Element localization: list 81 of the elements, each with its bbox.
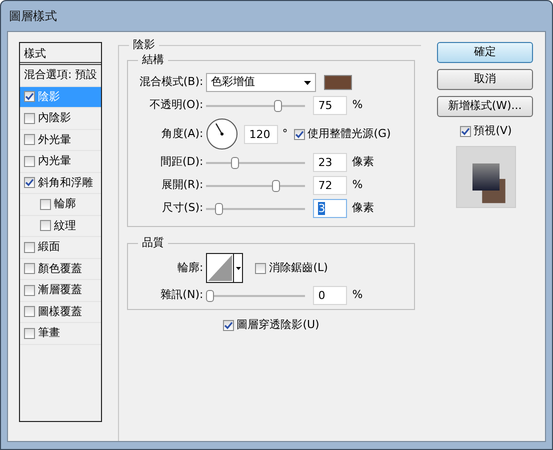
contour-picker[interactable] — [206, 253, 244, 283]
style-item[interactable]: 內陰影 — [20, 108, 102, 130]
item-label: 外光暈 — [38, 132, 71, 148]
field-label: 輪廓: — [176, 260, 204, 276]
contour-curve-icon — [207, 254, 234, 282]
checkbox[interactable] — [24, 177, 35, 188]
item-label: 斜角和浮雕 — [38, 174, 93, 190]
item-label: 陰影 — [38, 88, 60, 104]
checkbox[interactable] — [40, 220, 51, 232]
value-field[interactable]: 3 — [313, 199, 348, 218]
unit-label: 像素 — [352, 200, 374, 216]
caret-icon — [236, 266, 241, 270]
checkbox[interactable] — [24, 306, 35, 318]
value-field[interactable]: 75 — [313, 96, 348, 115]
value-field[interactable]: 23 — [313, 153, 348, 172]
slider-thumb[interactable] — [272, 180, 280, 192]
checkbox[interactable] — [24, 242, 35, 253]
field-label: 展開(R): — [160, 177, 204, 194]
style-item[interactable]: 顏色覆蓋 — [20, 258, 102, 280]
style-item[interactable]: 緞面 — [20, 237, 102, 258]
angle-dial[interactable] — [206, 118, 238, 150]
value-field[interactable]: 0 — [313, 286, 348, 305]
field-label: 尺寸(S): — [160, 200, 204, 216]
blend-mode-dropdown[interactable]: 色彩增值 — [206, 73, 316, 92]
slider-thumb[interactable] — [215, 202, 224, 214]
unit-label: ° — [282, 126, 288, 142]
checkbox[interactable] — [294, 128, 305, 140]
color-swatch[interactable] — [324, 75, 352, 90]
checkbox[interactable] — [24, 284, 35, 296]
item-label: 筆畫 — [38, 325, 60, 341]
dialog-button[interactable]: 確定 — [436, 42, 533, 63]
field-label: 角度(A): — [160, 126, 204, 142]
option-label: 圖層穿透陰影(U) — [236, 317, 320, 334]
dialog-button[interactable]: 新增樣式(W)... — [436, 96, 533, 117]
option-label: 使用整體光源(G) — [308, 126, 391, 142]
list-header: 樣式 — [20, 43, 102, 65]
checkbox[interactable] — [40, 198, 51, 210]
checkbox[interactable] — [24, 156, 35, 167]
dialog-button[interactable]: 取消 — [436, 69, 533, 90]
checkbox[interactable] — [460, 126, 471, 137]
unit-label: % — [352, 177, 363, 194]
caret-icon — [304, 80, 312, 84]
style-item[interactable]: 圖樣覆蓋 — [20, 302, 102, 323]
style-item[interactable]: 外光暈 — [20, 130, 102, 151]
style-item[interactable]: 斜角和浮雕 — [20, 172, 102, 194]
window-title: 圖層樣式 — [8, 8, 58, 25]
checkbox[interactable] — [255, 262, 266, 274]
value-field[interactable]: 120 — [244, 124, 278, 144]
item-label: 紋理 — [54, 218, 76, 234]
checkbox[interactable] — [24, 112, 35, 124]
style-item[interactable]: 漸層覆蓋 — [20, 280, 102, 302]
field-label: 不透明(O): — [148, 97, 204, 114]
style-item[interactable]: 輪廓 — [20, 194, 102, 216]
checkbox[interactable] — [222, 320, 234, 331]
field-label: 雜訊(N): — [160, 287, 204, 304]
field-label: 混合模式(B): — [138, 74, 204, 90]
style-item[interactable]: 筆畫 — [20, 323, 102, 344]
item-label: 內光暈 — [38, 153, 71, 169]
option-label: 預視(V) — [474, 123, 512, 139]
item-label: 內陰影 — [38, 110, 71, 126]
item-label: 漸層覆蓋 — [38, 282, 82, 298]
checkbox[interactable] — [24, 91, 35, 102]
checkbox[interactable] — [24, 263, 35, 274]
checkbox[interactable] — [24, 134, 35, 146]
style-item[interactable]: 紋理 — [20, 216, 102, 237]
checkbox[interactable] — [24, 328, 35, 339]
item-label: 顏色覆蓋 — [38, 260, 82, 276]
item-label: 緞面 — [38, 239, 60, 255]
unit-label: % — [352, 97, 363, 114]
item-label: 圖樣覆蓋 — [38, 304, 82, 320]
item-label: 輪廓 — [54, 196, 76, 212]
slider-thumb[interactable] — [274, 100, 282, 112]
option-label: 消除鋸齒(L) — [269, 260, 328, 276]
slider-thumb[interactable] — [230, 156, 239, 168]
unit-label: 像素 — [352, 154, 374, 170]
style-item[interactable]: 內光暈 — [20, 151, 102, 172]
preview-thumbnail — [456, 146, 516, 208]
field-label: 間距(D): — [159, 154, 204, 170]
slider-thumb[interactable] — [206, 290, 214, 302]
value-field[interactable]: 72 — [313, 176, 348, 195]
unit-label: % — [352, 287, 363, 304]
